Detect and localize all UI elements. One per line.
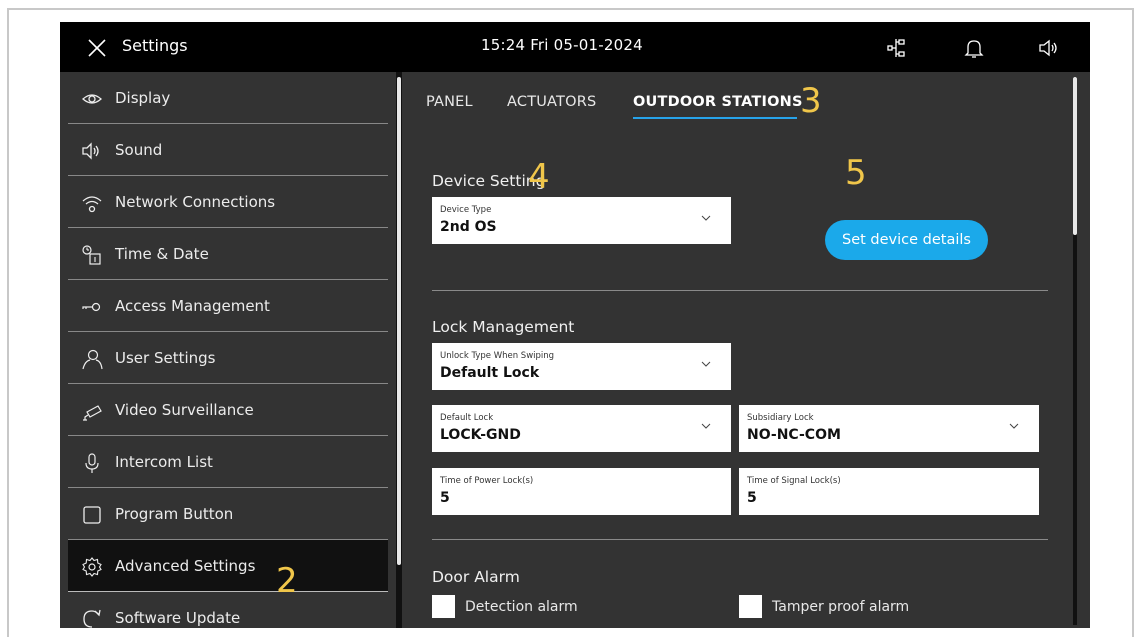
sidebar-item-label: Sound (115, 141, 163, 159)
lock-management-title: Lock Management (432, 318, 575, 336)
default-lock-select[interactable]: Default Lock LOCK-GND (432, 405, 731, 452)
sidebar-item-label: User Settings (115, 349, 216, 367)
annotation-2: 2 (276, 561, 298, 601)
sidebar-item-label: Program Button (115, 505, 234, 523)
chevron-down-icon (1009, 423, 1019, 429)
field-value: 2nd OS (440, 219, 497, 235)
field-label: Default Lock (440, 413, 494, 423)
subsidiary-lock-select[interactable]: Subsidiary Lock NO-NC-COM (739, 405, 1039, 452)
speaker-icon[interactable] (1037, 36, 1061, 60)
device-type-select[interactable]: Device Type 2nd OS (432, 197, 731, 244)
key-icon (82, 302, 101, 312)
signal-lock-time-field[interactable]: Time of Signal Lock(s) 5 (739, 468, 1039, 515)
close-icon[interactable] (84, 35, 110, 61)
clock-display: 15:24 Fri 05-01-2024 (481, 36, 643, 54)
sidebar-item-user-settings[interactable]: User Settings (68, 332, 388, 384)
tamper-alarm-checkbox[interactable] (739, 595, 762, 618)
sidebar-item-network-connections[interactable]: Network Connections (68, 176, 388, 228)
field-value: LOCK-GND (440, 427, 521, 443)
top-bar: Settings 15:24 Fri 05-01-2024 (60, 22, 1090, 72)
field-label: Subsidiary Lock (747, 413, 814, 423)
field-label: Time of Power Lock(s) (440, 476, 534, 486)
sidebar-item-label: Network Connections (115, 193, 276, 211)
network-topology-icon[interactable] (885, 36, 909, 60)
microphone-icon (85, 453, 99, 473)
tamper-alarm-label: Tamper proof alarm (772, 599, 910, 615)
sidebar-item-display[interactable]: Display (68, 72, 388, 124)
sidebar-item-label: Display (115, 89, 171, 107)
detection-alarm-label: Detection alarm (465, 599, 578, 615)
sidebar-item-label: Software Update (115, 609, 241, 627)
field-value: 5 (440, 490, 450, 506)
square-icon (83, 506, 101, 524)
user-icon (82, 349, 103, 370)
chevron-down-icon (701, 215, 711, 221)
field-label: Device Type (440, 205, 492, 215)
sidebar-item-label: Advanced Settings (115, 557, 256, 575)
clock-calendar-icon (82, 245, 101, 265)
divider (432, 539, 1048, 540)
field-value: Default Lock (440, 365, 540, 381)
sidebar-item-sound[interactable]: Sound (68, 124, 388, 176)
sidebar-scrollbar-thumb[interactable] (397, 77, 401, 565)
speaker-icon (82, 142, 99, 160)
detection-alarm-checkbox[interactable] (432, 595, 455, 618)
sidebar-item-time-date[interactable]: Time & Date (68, 228, 388, 280)
power-lock-time-field[interactable]: Time of Power Lock(s) 5 (432, 468, 731, 515)
active-tab-indicator (633, 117, 797, 119)
bell-icon[interactable] (962, 36, 986, 60)
settings-screen: Settings 15:24 Fri 05-01-2024 Display So… (60, 22, 1090, 628)
unlock-type-select[interactable]: Unlock Type When Swiping Default Lock (432, 343, 731, 390)
annotation-3: 3 (800, 81, 822, 121)
chevron-down-icon (701, 423, 711, 429)
sidebar-item-label: Intercom List (115, 453, 213, 471)
tab-outdoor-stations[interactable]: OUTDOOR STATIONS (633, 94, 803, 110)
refresh-icon (83, 609, 101, 628)
field-label: Time of Signal Lock(s) (747, 476, 841, 486)
sidebar-item-label: Time & Date (115, 245, 209, 263)
sidebar-item-video-surveillance[interactable]: Video Surveillance (68, 384, 388, 436)
camera-icon (83, 405, 102, 421)
main-panel: PANEL ACTUATORS OUTDOOR STATIONS Device … (402, 72, 1090, 628)
sidebar-item-intercom-list[interactable]: Intercom List (68, 436, 388, 488)
gear-icon (82, 557, 102, 577)
door-alarm-title: Door Alarm (432, 568, 520, 586)
field-value: 5 (747, 490, 757, 506)
sidebar-item-label: Video Surveillance (115, 401, 254, 419)
wifi-icon (82, 196, 102, 213)
tab-actuators[interactable]: ACTUATORS (507, 94, 596, 110)
sidebar-item-software-update[interactable]: Software Update (68, 592, 388, 628)
annotation-5: 5 (845, 153, 867, 193)
set-device-details-button[interactable]: Set device details (825, 220, 988, 260)
eye-icon (82, 94, 102, 104)
annotation-4: 4 (528, 157, 550, 197)
field-label: Unlock Type When Swiping (440, 351, 555, 361)
sidebar: Display Sound Network Connections Time &… (60, 72, 396, 628)
sidebar-item-advanced-settings[interactable]: Advanced Settings (68, 540, 388, 592)
sidebar-item-label: Access Management (115, 297, 270, 315)
sidebar-item-access-management[interactable]: Access Management (68, 280, 388, 332)
sidebar-item-program-button[interactable]: Program Button (68, 488, 388, 540)
divider (432, 290, 1048, 291)
field-value: NO-NC-COM (747, 427, 841, 443)
page-title: Settings (122, 36, 188, 55)
tab-panel[interactable]: PANEL (426, 94, 473, 110)
main-scrollbar-thumb[interactable] (1073, 77, 1077, 235)
chevron-down-icon (701, 361, 711, 367)
